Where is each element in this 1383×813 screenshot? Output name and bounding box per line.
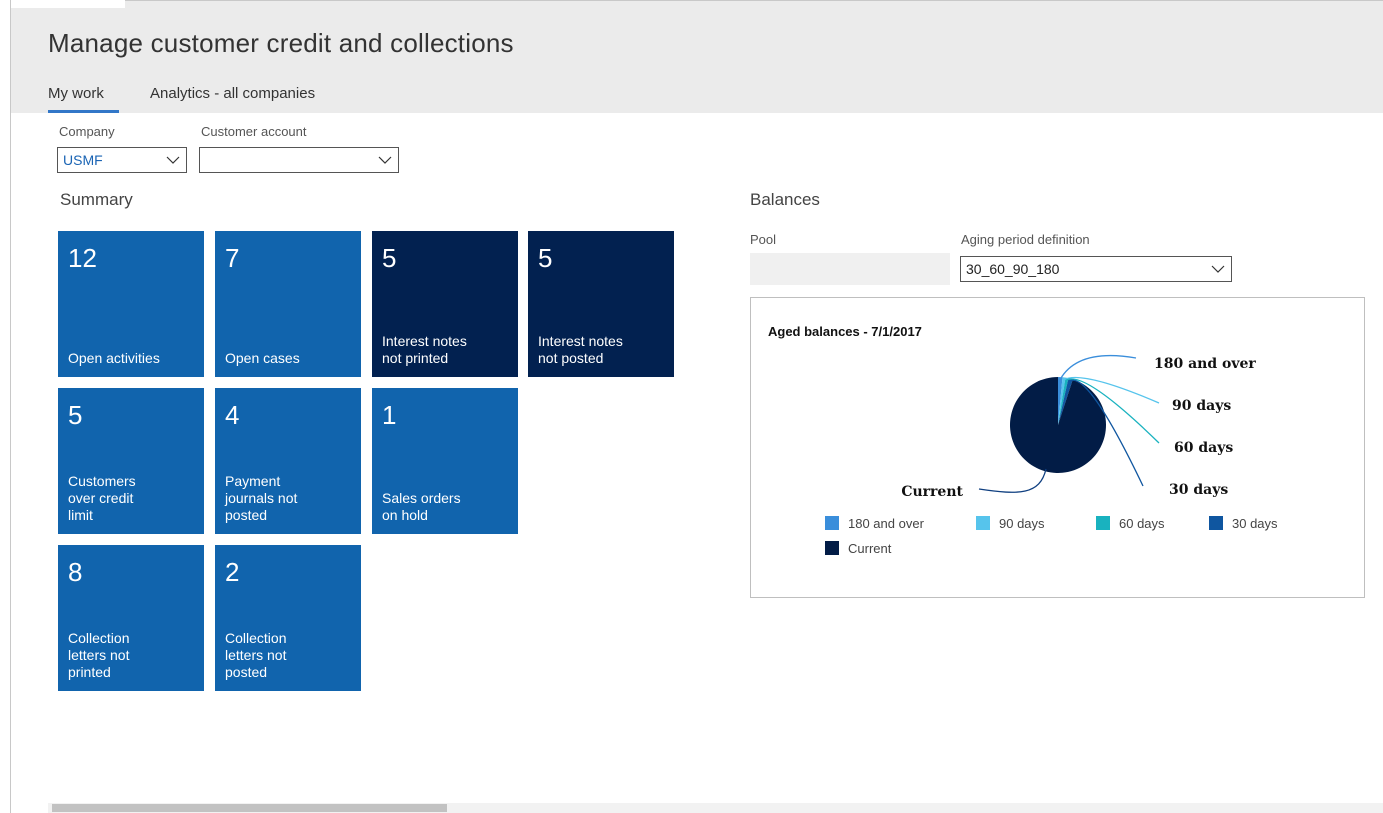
legend-item-30-days: 30 days <box>1209 516 1278 531</box>
legend-swatch <box>976 516 990 530</box>
tile-count: 7 <box>225 243 240 273</box>
legend-item-60-days: 60 days <box>1096 516 1165 531</box>
aging-period-select[interactable]: 30_60_90_180 <box>960 256 1232 282</box>
aged-balances-chart: Aged balances - 7/1/2017 180 and over 90 … <box>750 297 1365 598</box>
slice-label-current: Current <box>901 484 963 500</box>
tile-interest-notes-not-posted[interactable]: 5 Interest notes not posted <box>528 231 674 377</box>
tile-count: 4 <box>225 400 240 430</box>
legend-item-180-and-over: 180 and over <box>825 516 924 531</box>
active-tab-indicator <box>48 110 119 113</box>
summary-heading: Summary <box>60 190 133 209</box>
tile-customers-over-credit-limit[interactable]: 5 Customers over credit limit <box>58 388 204 534</box>
balances-heading: Balances <box>750 190 820 209</box>
legend-label: 60 days <box>1119 516 1165 531</box>
tile-label: Collection letters not posted <box>225 630 287 680</box>
chevron-down-icon <box>378 156 392 164</box>
tile-label: Open activities <box>68 350 160 366</box>
scrollbar-thumb[interactable] <box>52 804 447 812</box>
company-select[interactable]: USMF <box>57 147 187 173</box>
tile-collection-letters-not-printed[interactable]: 8 Collection letters not printed <box>58 545 204 691</box>
tile-count: 12 <box>68 243 97 273</box>
tile-count: 5 <box>538 243 553 273</box>
slice-label-60-days: 60 days <box>1174 440 1233 456</box>
page-header: Manage customer credit and collections M… <box>11 8 1383 113</box>
aging-period-value: 30_60_90_180 <box>966 261 1060 277</box>
tile-label: Interest notes not posted <box>538 333 623 366</box>
chevron-down-icon <box>1211 265 1225 273</box>
customer-account-label: Customer account <box>201 124 307 139</box>
tile-collection-letters-not-posted[interactable]: 2 Collection letters not posted <box>215 545 361 691</box>
customer-account-select[interactable] <box>199 147 399 173</box>
pool-field[interactable] <box>750 253 950 285</box>
legend-swatch <box>1096 516 1110 530</box>
tile-count: 5 <box>382 243 397 273</box>
tile-count: 5 <box>68 400 83 430</box>
legend-swatch <box>825 516 839 530</box>
tile-interest-notes-not-printed[interactable]: 5 Interest notes not printed <box>372 231 518 377</box>
tab-my-work[interactable]: My work <box>48 85 104 102</box>
tile-label: Interest notes not printed <box>382 333 467 366</box>
slice-label-180-and-over: 180 and over <box>1154 356 1256 372</box>
legend-item-current: Current <box>825 541 891 556</box>
tab-analytics-all-companies[interactable]: Analytics - all companies <box>150 85 315 102</box>
aging-period-label: Aging period definition <box>961 232 1090 247</box>
leader-line-180-and-over <box>1059 355 1137 380</box>
legend-swatch <box>1209 516 1223 530</box>
tile-label: Collection letters not printed <box>68 630 130 680</box>
tile-open-activities[interactable]: 12 Open activities <box>58 231 204 377</box>
legend-label: Current <box>848 541 892 556</box>
legend-swatch <box>825 541 839 555</box>
pie-slice-current <box>1010 377 1106 473</box>
left-nav-strip <box>0 0 11 813</box>
company-label: Company <box>59 124 115 139</box>
company-value: USMF <box>63 152 103 168</box>
slice-label-30-days: 30 days <box>1169 482 1228 498</box>
pool-label: Pool <box>750 232 777 247</box>
tile-count: 2 <box>225 557 240 587</box>
tile-label: Open cases <box>225 350 300 366</box>
tile-count: 8 <box>68 557 83 587</box>
leader-line-current <box>978 468 1047 493</box>
chevron-down-icon <box>166 156 180 164</box>
tile-count: 1 <box>382 400 397 430</box>
legend-label: 30 days <box>1232 516 1278 531</box>
tile-open-cases[interactable]: 7 Open cases <box>215 231 361 377</box>
tile-label: Sales orders on hold <box>382 490 461 523</box>
page-title: Manage customer credit and collections <box>48 28 514 58</box>
legend-label: 180 and over <box>848 516 924 531</box>
legend-label: 90 days <box>999 516 1045 531</box>
tile-sales-orders-on-hold[interactable]: 1 Sales orders on hold <box>372 388 518 534</box>
slice-label-90-days: 90 days <box>1172 398 1231 414</box>
tile-payment-journals-not-posted[interactable]: 4 Payment journals not posted <box>215 388 361 534</box>
tile-label: Customers over credit limit <box>68 473 136 523</box>
legend-item-90-days: 90 days <box>976 516 1045 531</box>
tile-label: Payment journals not posted <box>225 473 298 523</box>
